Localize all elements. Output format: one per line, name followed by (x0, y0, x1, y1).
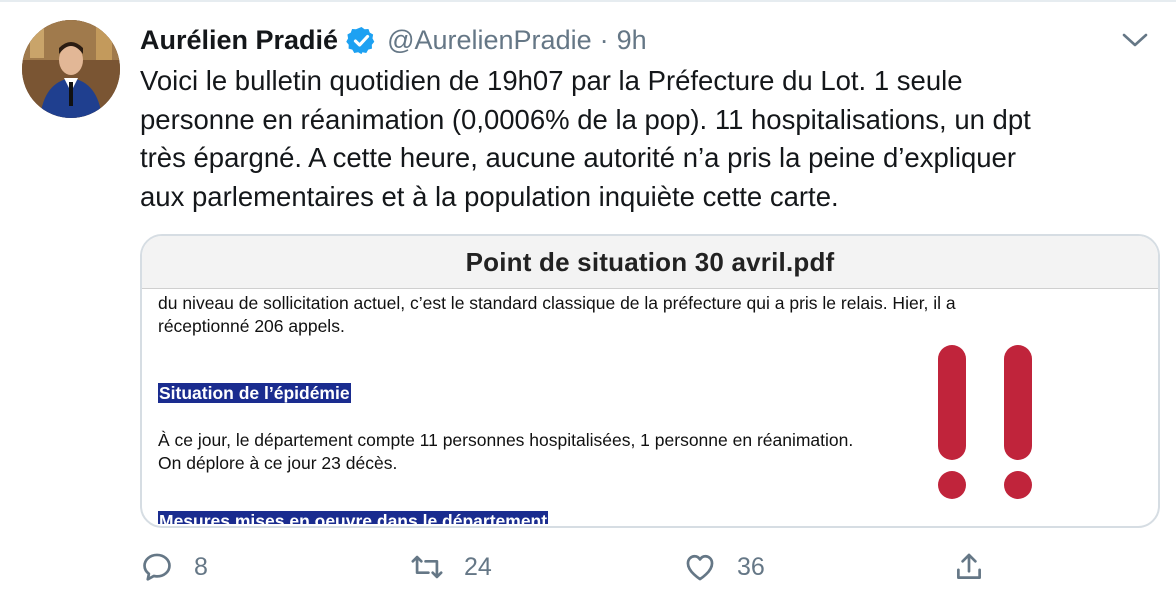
tweet-text-line: très épargné. A cette heure, aucune auto… (140, 142, 1016, 173)
like-count: 36 (737, 552, 765, 581)
attachment-title: Point de situation 30 avril.pdf (142, 236, 1158, 289)
share-button[interactable] (952, 545, 986, 589)
share-icon (957, 553, 981, 579)
like-button[interactable]: 36 (683, 545, 765, 589)
retweet-count: 24 (464, 552, 492, 581)
author-handle[interactable]: @AurelienPradie (387, 25, 592, 56)
doc-heading: Situation de l’épidémie (158, 383, 351, 403)
reply-button[interactable]: 8 (140, 545, 208, 589)
separator-dot: · (599, 24, 609, 55)
doc-line: réceptionné 206 appels. (158, 316, 345, 336)
tweet-header: Aurélien Pradié @AurelienPradie · 9h (140, 20, 647, 60)
top-divider (0, 0, 1176, 2)
heart-icon (686, 554, 714, 581)
tweet-text-line: personne en réanimation (0,0006% de la p… (140, 103, 1031, 135)
chevron-down-icon[interactable] (1120, 28, 1150, 52)
doc-line: du niveau de sollicitation actuel, c’est… (158, 293, 956, 313)
doc-heading-clipped-wrap: Mesures mises en oeuvre dans le départem… (158, 511, 549, 524)
doc-line: On déplore à ce jour 23 décès. (158, 453, 398, 473)
avatar-photo (22, 20, 120, 118)
tweet-text-line: Voici le bulletin quotidien de 19h07 par… (140, 65, 963, 96)
tweet-text-line: aux parlementaires et à la population in… (140, 180, 839, 212)
attachment-card[interactable]: Point de situation 30 avril.pdf du nivea… (140, 234, 1160, 528)
retweet-button[interactable]: 24 (410, 545, 492, 589)
document-preview: du niveau de sollicitation actuel, c’est… (142, 289, 1158, 526)
author-name[interactable]: Aurélien Pradié (140, 25, 338, 56)
verified-badge-icon (346, 26, 375, 54)
avatar[interactable] (22, 20, 120, 118)
reply-icon (143, 553, 171, 581)
tweet-timestamp[interactable]: 9h (617, 25, 647, 56)
tweet-actions: 8 24 36 (140, 545, 1156, 589)
doc-heading: Mesures mises en oeuvre dans le départem… (158, 511, 549, 524)
tweet-text: Voici le bulletin quotidien de 19h07 par… (140, 62, 1150, 216)
retweet-icon (411, 555, 443, 579)
doc-heading-wrap: Situation de l’épidémie (158, 383, 351, 404)
reply-count: 8 (194, 552, 208, 581)
double-exclamation-icon (938, 345, 1032, 499)
doc-line: À ce jour, le département compte 11 pers… (158, 430, 854, 450)
